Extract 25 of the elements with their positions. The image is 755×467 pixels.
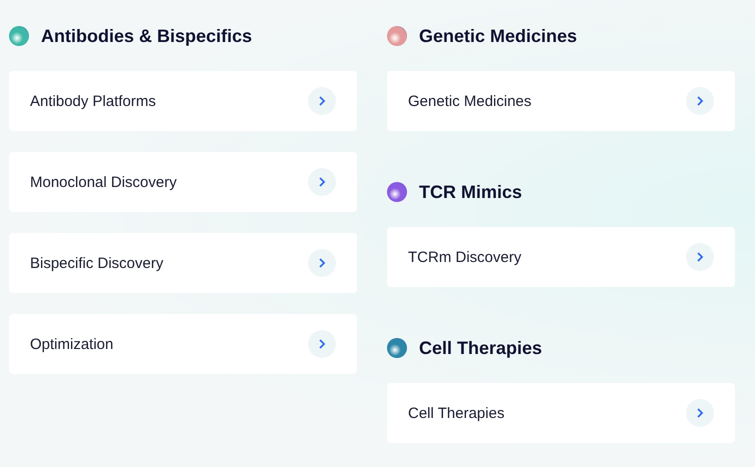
chevron-right-icon	[308, 168, 336, 196]
category-card[interactable]: Antibody Platforms	[9, 71, 357, 131]
chevron-right-icon	[308, 249, 336, 277]
card-label: TCRm Discovery	[408, 248, 522, 266]
card-label: Optimization	[30, 336, 114, 352]
chevron-right-icon	[686, 399, 714, 427]
category-card[interactable]: TCRm Discovery	[387, 227, 735, 287]
category-card[interactable]: Genetic Medicines	[387, 71, 735, 131]
card-label: Genetic Medicines	[408, 92, 532, 110]
card-label: Monoclonal Discovery	[30, 174, 177, 190]
category-card[interactable]: Optimization	[9, 314, 357, 374]
chevron-right-icon	[308, 87, 336, 115]
section-title: Cell Therapies	[419, 338, 542, 358]
section-title: Genetic Medicines	[419, 26, 578, 46]
card-label: Cell Therapies	[408, 404, 504, 422]
chevron-right-icon	[686, 87, 714, 115]
chevron-right-icon	[686, 243, 714, 271]
card-label: Bispecific Discovery	[30, 254, 164, 272]
category-card[interactable]: Monoclonal Discovery	[9, 152, 357, 212]
section-title: Antibodies & Bispecifics	[41, 26, 252, 46]
category-card[interactable]: Cell Therapies	[387, 383, 735, 443]
card-label: Antibody Platforms	[30, 92, 156, 110]
chevron-right-icon	[308, 330, 336, 358]
section-title: TCR Mimics	[419, 182, 522, 202]
category-card[interactable]: Bispecific Discovery	[9, 233, 357, 293]
